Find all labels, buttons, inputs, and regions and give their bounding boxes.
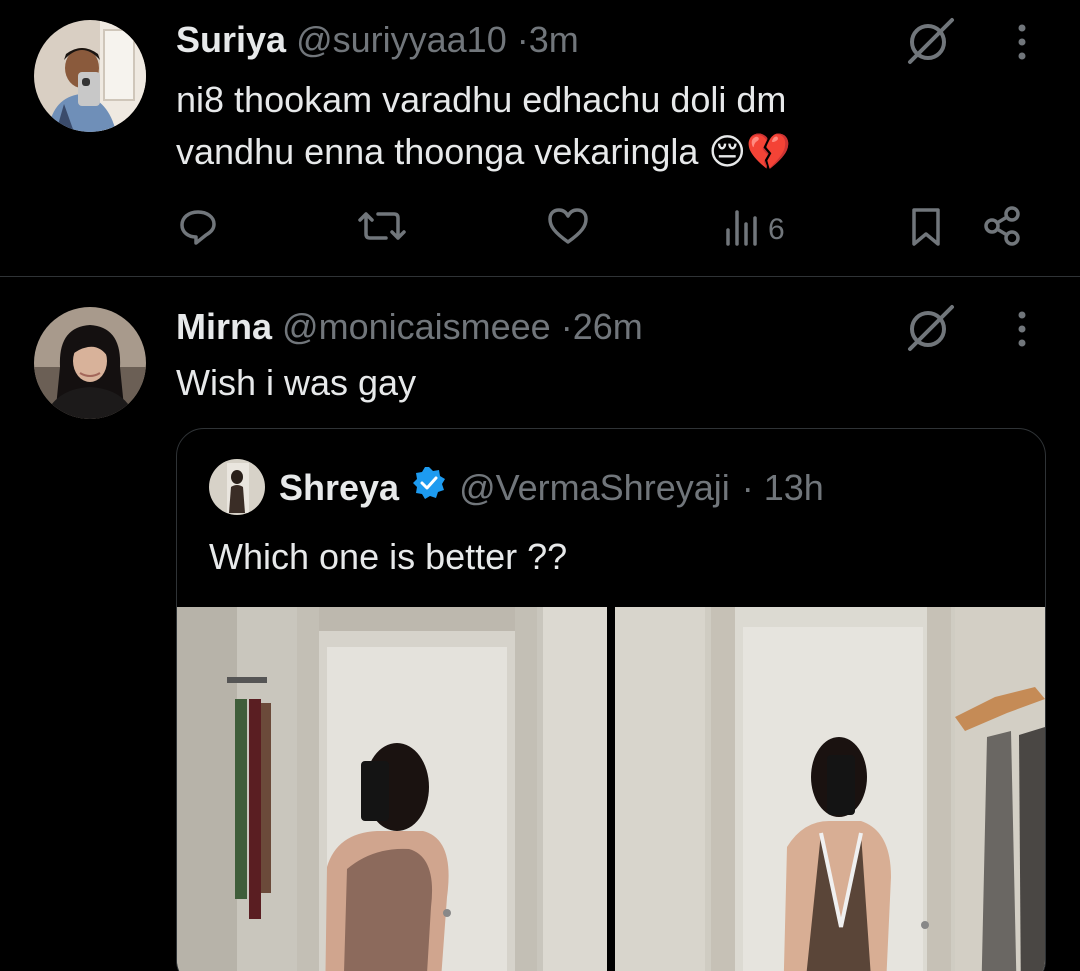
- reply-icon: [176, 204, 220, 256]
- views-count: 6: [768, 213, 785, 246]
- quoted-photo-1[interactable]: [177, 607, 607, 971]
- tweet-text: ni8 thookam varadhu edhachu doli dm vand…: [176, 74, 996, 178]
- retweet-button[interactable]: [356, 200, 408, 260]
- more-icon[interactable]: [1012, 307, 1032, 351]
- avatar[interactable]: [34, 307, 146, 419]
- grok-icon[interactable]: [904, 301, 956, 353]
- like-icon: [544, 204, 592, 256]
- quoted-timestamp[interactable]: 13h: [764, 467, 824, 508]
- separator-dot: ·: [741, 467, 754, 508]
- timestamp[interactable]: 3m: [529, 19, 579, 60]
- quoted-display-name[interactable]: Shreya: [279, 466, 399, 510]
- display-name[interactable]: Mirna: [176, 306, 272, 347]
- like-button[interactable]: [544, 200, 592, 260]
- tweet-header: Mirna @monicaismeee ·26m: [176, 305, 643, 349]
- grok-icon[interactable]: [904, 14, 956, 66]
- quoted-avatar[interactable]: [209, 459, 265, 515]
- quoted-text: Which one is better ??: [209, 536, 568, 577]
- share-button[interactable]: [982, 200, 1026, 260]
- bookmark-icon: [906, 204, 946, 256]
- quoted-header: Shreya @VermaShreyaji · 13h: [279, 465, 824, 511]
- reply-button[interactable]: [176, 200, 220, 260]
- tweet-header: Suriya @suriyyaa10 ·3m: [176, 18, 579, 62]
- user-handle[interactable]: @suriyyaa10: [296, 19, 507, 60]
- tweet-text: Wish i was gay: [176, 362, 417, 403]
- quoted-tweet[interactable]: Shreya @VermaShreyaji · 13h Which one is…: [176, 428, 1046, 971]
- retweet-icon: [356, 204, 408, 256]
- tweet-text-line: vandhu enna thoonga vekaringla 😔💔: [176, 131, 791, 172]
- quoted-photo-2[interactable]: [615, 607, 1045, 971]
- avatar[interactable]: [34, 20, 146, 132]
- quoted-user-handle[interactable]: @VermaShreyaji: [459, 466, 730, 510]
- emoji: 😔💔: [708, 131, 791, 172]
- more-icon[interactable]: [1012, 20, 1032, 64]
- views-button[interactable]: 6: [724, 200, 785, 260]
- share-icon: [982, 204, 1026, 256]
- bookmark-button[interactable]: [906, 200, 946, 260]
- action-bar: 6: [176, 200, 1056, 260]
- separator-dot: ·: [560, 306, 573, 347]
- timestamp[interactable]: 26m: [573, 306, 643, 347]
- tweet-text-line: ni8 thookam varadhu edhachu doli dm: [176, 79, 787, 120]
- views-icon: [724, 204, 760, 256]
- tweet-suriya[interactable]: Suriya @suriyyaa10 ·3m ni8 thookam varad…: [0, 0, 1080, 276]
- separator-dot: ·: [516, 19, 529, 60]
- verified-icon: [411, 465, 447, 511]
- user-handle[interactable]: @monicaismeee: [282, 306, 551, 347]
- display-name[interactable]: Suriya: [176, 19, 286, 60]
